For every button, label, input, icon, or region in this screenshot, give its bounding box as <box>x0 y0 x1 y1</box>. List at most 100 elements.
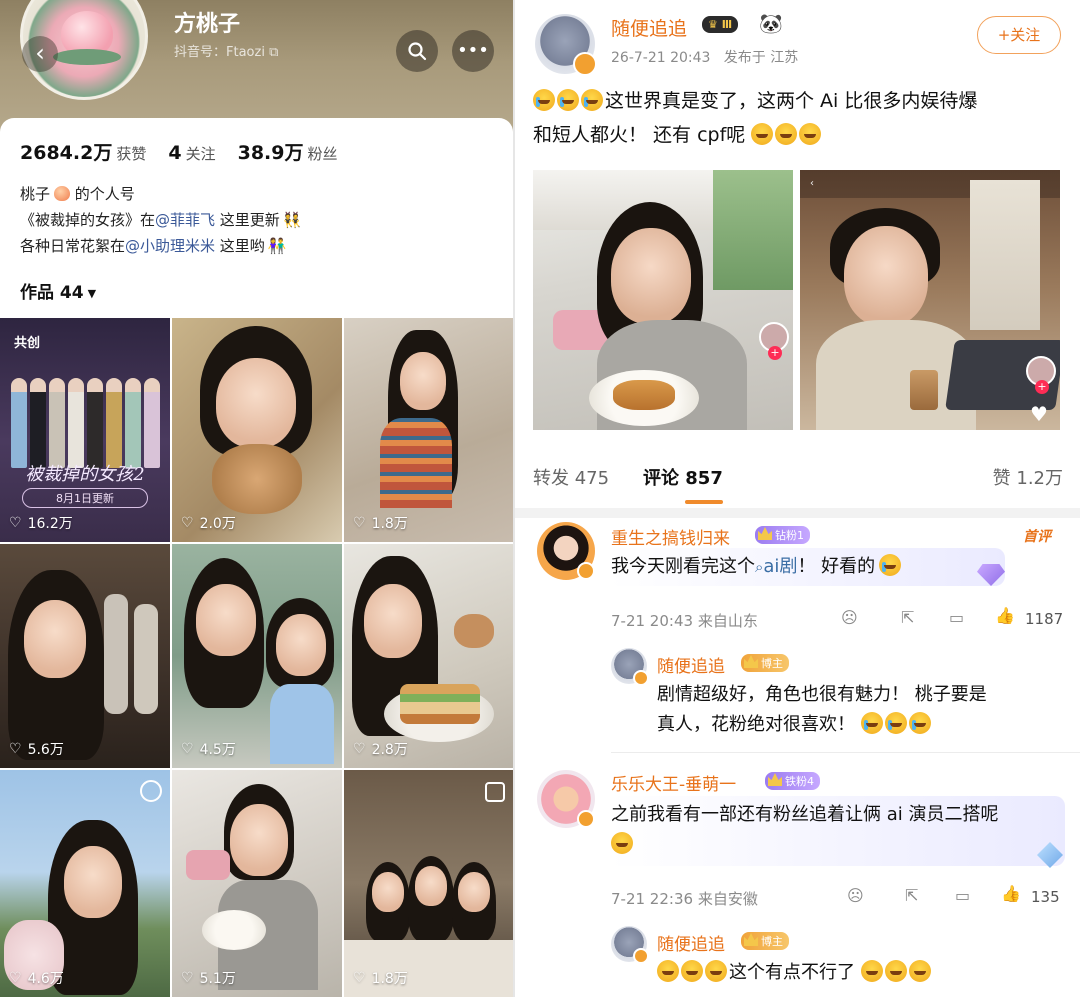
back-button[interactable]: ‹ <box>22 36 58 72</box>
fan-level-badge: 钻粉1 <box>755 526 810 544</box>
caret-down-icon: ▼ <box>87 286 97 300</box>
share-icon[interactable]: ⇱ <box>901 608 914 627</box>
replier-name[interactable]: 随便追追 <box>657 930 725 955</box>
laughing-emoji-icon <box>657 960 679 982</box>
tearful-emoji-icon <box>879 554 902 576</box>
laughing-emoji-icon <box>799 123 822 145</box>
video-tile[interactable]: ♡ 4.5万 <box>172 544 342 768</box>
crying-emoji-icon <box>860 712 883 734</box>
video-tile[interactable]: ♡ 2.0万 <box>172 318 342 542</box>
co-creation-badge: 共创 <box>14 336 41 351</box>
copy-icon[interactable]: ⧉ <box>269 45 278 60</box>
video-tile[interactable]: ♡ 1.8万 <box>344 318 513 542</box>
pink-pot <box>186 850 230 880</box>
laughing-emoji-icon <box>860 960 883 982</box>
author-name[interactable]: 随便追追 <box>611 14 687 41</box>
bio-line-3: 各种日常花絮在@小助理米米 这里哟 👫 <box>20 233 302 259</box>
tab-likes[interactable]: 赞 1.2万 <box>993 464 1063 490</box>
mention-feifeifei-link[interactable]: @菲菲飞 <box>155 211 215 229</box>
video-tile[interactable]: 共创 被裁掉的女孩2 8月1日更新 ♡ 16.2万 <box>0 318 170 542</box>
weibo-post-pane: 随便追追 ♛ Ⅲ 🐼 26-7-21 20:43 发布于 江苏 +关注 这世界真… <box>513 0 1080 997</box>
crying-emoji-icon <box>557 89 579 111</box>
comment-time: 7-21 20:43 <box>611 612 694 630</box>
replier-avatar[interactable] <box>611 648 649 686</box>
post-text: 这世界真是变了，这两个 Ai 比很多内娱待爆 和短人都火！ 还有 cpf呢 <box>533 84 1063 152</box>
vip-crown-badge: ♛ Ⅲ <box>702 16 739 33</box>
video-tile[interactable]: ♡ 1.8万 <box>344 770 513 997</box>
tile-like-count: ♡ 1.8万 <box>353 513 408 533</box>
sandwich <box>400 684 480 724</box>
commenter-name[interactable]: 乐乐大王-垂萌一 <box>611 770 736 795</box>
search-button[interactable] <box>396 30 438 72</box>
poster-title: 被裁掉的女孩2 <box>25 464 145 485</box>
peach-emoji-icon <box>54 186 71 201</box>
reply-icon[interactable]: ▭ <box>955 886 970 905</box>
poster-date: 8月1日更新 <box>22 488 148 508</box>
mention-assistant-link[interactable]: @小助理米米 <box>125 237 215 255</box>
douyin-profile-pane: ‹ 方桃子 抖音号：Ftaozi ⧉ ••• 2684.2万 获赞 4 关注 38.… <box>0 0 513 997</box>
comment-like-count: 135 <box>1031 888 1060 906</box>
bio-line-1: 桃子 的个人号 <box>20 181 302 207</box>
comment-meta: 7-21 20:43 来自山东 <box>611 610 758 631</box>
profile-stats: 2684.2万 获赞 4 关注 38.9万 粉丝 <box>20 138 338 165</box>
heart-outline-icon: ♡ <box>9 970 22 986</box>
couple-emoji-icon: 👫 <box>267 237 287 255</box>
replier-avatar[interactable] <box>611 926 649 964</box>
stat-likes[interactable]: 2684.2万 获赞 <box>20 138 146 165</box>
comment-text-line-1: 之前我看有一部还有粉丝追着让俩 ai 演员二搭呢 <box>611 804 999 825</box>
video-tile[interactable]: ♡ 5.6万 <box>0 544 170 768</box>
post-image-2[interactable]: ‹ ♥ <box>800 170 1060 430</box>
tile-like-count: ♡ 16.2万 <box>9 513 73 533</box>
tile-like-value: 5.1万 <box>199 971 236 987</box>
tile-like-value: 2.8万 <box>371 742 408 758</box>
crown-icon: ♛ <box>708 18 718 31</box>
tab-repost[interactable]: 转发 475 <box>533 464 609 490</box>
stat-followers-label: 粉丝 <box>307 145 338 163</box>
dislike-face-icon[interactable]: ☹ <box>841 608 858 627</box>
blogger-badge: 博主 <box>741 932 789 950</box>
topic-link[interactable]: ⌕ai剧 <box>755 556 797 577</box>
dislike-face-icon[interactable]: ☹ <box>847 886 864 905</box>
stat-followers-value: 38.9万 <box>237 142 304 164</box>
author-avatar[interactable] <box>535 14 597 76</box>
profile-bio: 桃子 的个人号 《被裁掉的女孩》在@菲菲飞 这里更新 👯 各种日常花絮在@小助理米… <box>20 181 302 259</box>
video-tile[interactable]: ♡ 2.8万 <box>344 544 513 768</box>
share-icon[interactable]: ⇱ <box>905 886 918 905</box>
stat-following[interactable]: 4 关注 <box>168 142 215 164</box>
tile-like-count: ♡ 1.8万 <box>353 968 408 988</box>
record-icon <box>140 780 162 802</box>
vip-level: Ⅲ <box>721 18 733 31</box>
follow-button[interactable]: +关注 <box>977 16 1061 54</box>
heart-icon[interactable]: ♥ <box>1030 402 1048 426</box>
dancers-emoji-icon: 👯 <box>282 211 302 229</box>
blogger-badge: 博主 <box>741 654 789 672</box>
tile-like-value: 16.2万 <box>27 516 73 532</box>
replier-name[interactable]: 随便追追 <box>657 652 725 677</box>
plate <box>202 910 266 950</box>
creator-avatar-follow[interactable] <box>1026 356 1056 394</box>
reply-icon[interactable]: ▭ <box>949 608 964 627</box>
chevron-left-icon: ‹ <box>35 39 45 67</box>
video-tile[interactable]: ♡ 5.1万 <box>172 770 342 997</box>
douyin-id-text: 抖音号：Ftaozi <box>174 45 265 60</box>
tab-comments[interactable]: 评论 857 <box>643 464 723 490</box>
fan-level-badge: 铁粉4 <box>765 772 820 790</box>
post-image-1[interactable] <box>533 170 793 430</box>
douyin-id[interactable]: 抖音号：Ftaozi ⧉ <box>174 41 278 60</box>
section-separator <box>515 508 1080 518</box>
croissant <box>613 380 675 410</box>
heart-outline-icon: ♡ <box>181 515 194 531</box>
thinking-emoji-icon <box>611 832 633 854</box>
creator-avatar-follow[interactable] <box>759 322 789 360</box>
thumbs-up-icon[interactable]: 👍 <box>995 606 1015 625</box>
commenter-name[interactable]: 重生之搞钱归来 <box>611 524 730 549</box>
striped-shirt <box>380 418 452 508</box>
post-text-line-1-content: 这世界真是变了，这两个 Ai 比很多内娱待爆 <box>605 90 978 112</box>
thumbs-up-icon[interactable]: 👍 <box>1001 884 1021 903</box>
poster-cast-figures <box>6 378 164 468</box>
comment-text-suffix: ！ 好看的 <box>797 556 876 577</box>
works-dropdown[interactable]: 作品 44 ▼ <box>20 278 96 303</box>
video-tile[interactable]: ♡ 4.6万 <box>0 770 170 997</box>
stat-followers[interactable]: 38.9万 粉丝 <box>238 138 338 165</box>
more-button[interactable]: ••• <box>452 30 494 72</box>
